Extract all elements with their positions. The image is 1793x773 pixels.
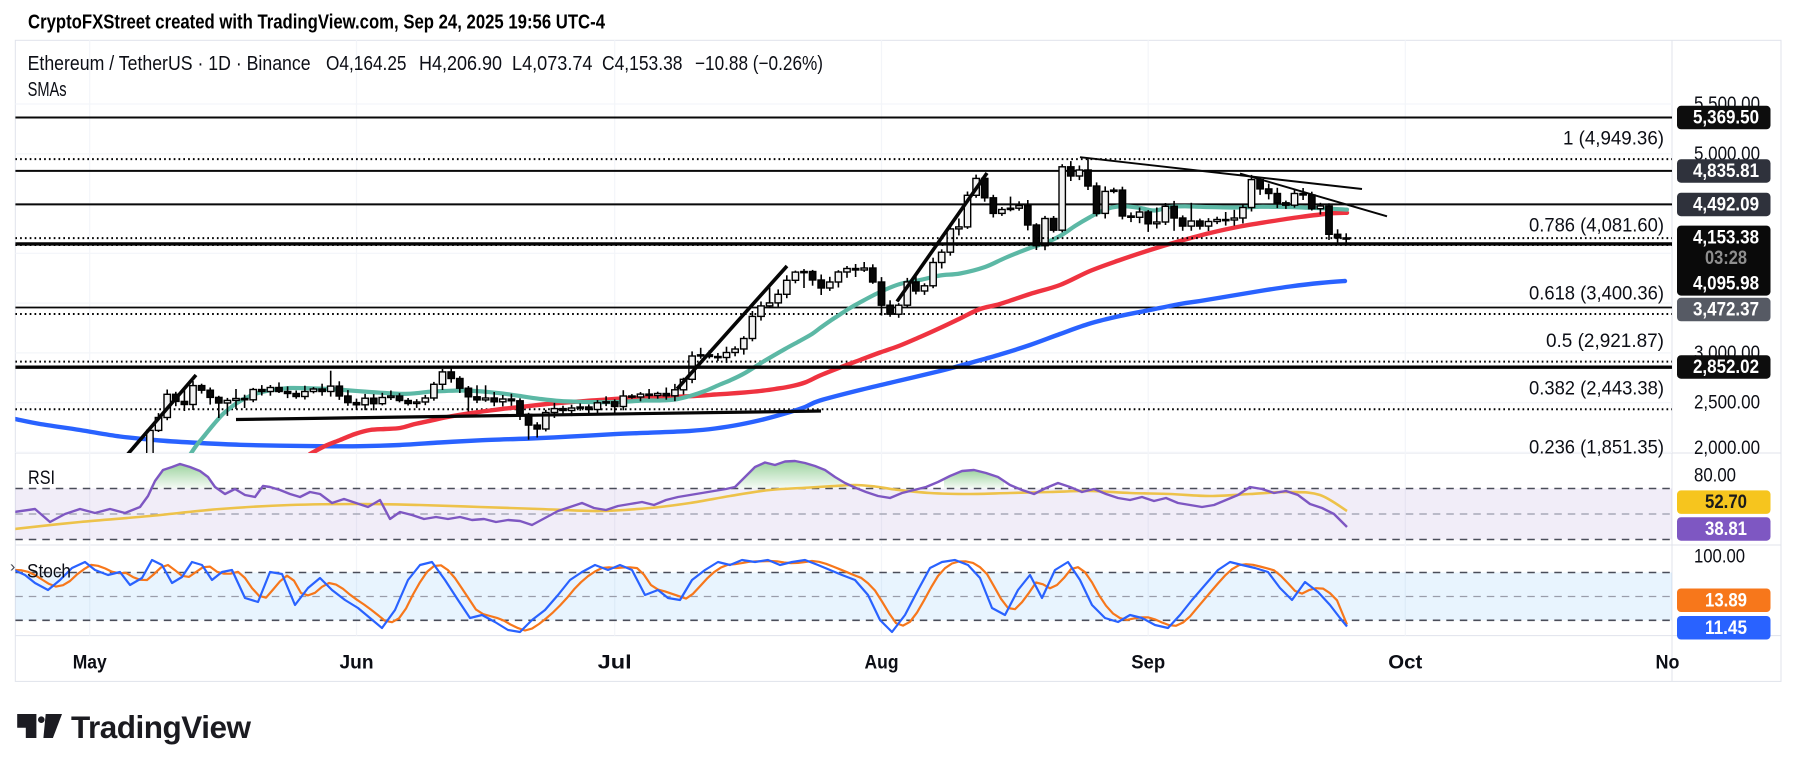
svg-text:38.81: 38.81 [1705, 518, 1747, 540]
svg-text:2,500.00: 2,500.00 [1694, 392, 1760, 414]
svg-text:11.45: 11.45 [1705, 617, 1747, 639]
svg-text:O4,164.25: O4,164.25 [326, 53, 407, 75]
svg-text:3,472.37: 3,472.37 [1693, 299, 1759, 321]
svg-text:Jun: Jun [340, 652, 374, 674]
svg-text:03:28: 03:28 [1705, 247, 1747, 269]
svg-text:RSI: RSI [28, 467, 55, 489]
svg-text:Stoch: Stoch [27, 561, 71, 583]
svg-text:0.236 (1,851.35): 0.236 (1,851.35) [1529, 437, 1664, 459]
svg-text:0.5 (2,921.87): 0.5 (2,921.87) [1546, 330, 1664, 352]
svg-text:4,835.81: 4,835.81 [1693, 160, 1759, 182]
svg-text:0.618 (3,400.36): 0.618 (3,400.36) [1529, 283, 1664, 305]
svg-text:1 (4,949.36): 1 (4,949.36) [1563, 127, 1664, 149]
svg-text:2,852.02: 2,852.02 [1693, 356, 1759, 378]
svg-text:C4,153.38: C4,153.38 [602, 53, 683, 75]
svg-text:L4,073.74: L4,073.74 [512, 53, 593, 75]
svg-text:13.89: 13.89 [1705, 589, 1747, 611]
svg-text:80.00: 80.00 [1694, 465, 1736, 487]
svg-text:TradingView: TradingView [71, 709, 251, 745]
svg-text:0.382 (2,443.38): 0.382 (2,443.38) [1529, 378, 1664, 400]
svg-text:Oct: Oct [1388, 652, 1423, 674]
svg-text:Jul: Jul [598, 652, 632, 674]
svg-text:Ethereum / TetherUS · 1D · Bin: Ethereum / TetherUS · 1D · Binance [28, 53, 311, 75]
svg-text:4,492.09: 4,492.09 [1693, 193, 1759, 215]
svg-text:Sep: Sep [1131, 652, 1165, 674]
svg-text:0.786 (4,081.60): 0.786 (4,081.60) [1529, 215, 1664, 237]
svg-text:CryptoFXStreet created with Tr: CryptoFXStreet created with TradingView.… [28, 11, 605, 34]
svg-text:4,153.38: 4,153.38 [1693, 227, 1759, 249]
svg-text:Aug: Aug [865, 652, 899, 674]
svg-text:5,369.50: 5,369.50 [1693, 107, 1759, 129]
svg-text:SMAs: SMAs [28, 79, 67, 101]
svg-text:2,000.00: 2,000.00 [1694, 437, 1760, 459]
svg-text:May: May [73, 652, 107, 674]
svg-text:52.70: 52.70 [1705, 491, 1747, 513]
svg-text:4,095.98: 4,095.98 [1693, 272, 1759, 294]
svg-text:H4,206.90: H4,206.90 [419, 53, 502, 75]
svg-text:100.00: 100.00 [1694, 545, 1745, 567]
svg-text:−10.88 (−0.26%): −10.88 (−0.26%) [695, 53, 823, 75]
svg-text:›: › [10, 559, 15, 576]
